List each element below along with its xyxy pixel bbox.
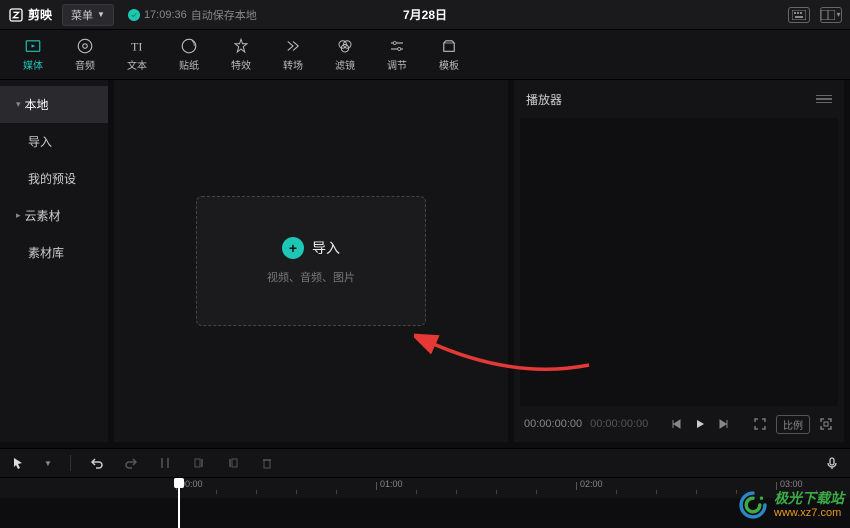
player-title: 播放器	[526, 91, 562, 108]
sidebar-item-local[interactable]: ▾本地	[0, 86, 108, 123]
menu-button[interactable]: 菜单 ▼	[62, 4, 114, 26]
sidebar-item-cloud[interactable]: ▸云素材	[0, 197, 108, 234]
chevron-down-icon: ▼	[97, 10, 105, 19]
adjust-icon	[388, 37, 406, 55]
sticker-icon	[180, 37, 198, 55]
project-title: 7月28日	[403, 6, 447, 23]
playhead[interactable]	[174, 478, 184, 528]
cursor-tool-icon[interactable]	[10, 455, 26, 471]
tab-template[interactable]: 模板	[424, 33, 474, 76]
delete-icon[interactable]	[259, 455, 275, 471]
svg-text:TI: TI	[131, 40, 142, 54]
media-stage: + 导入 视频、音频、图片	[114, 80, 508, 442]
timeline-toolbar: ▼	[0, 448, 850, 478]
watermark: 极光下载站 www.xz7.com	[736, 488, 844, 522]
focus-icon[interactable]	[752, 416, 768, 432]
import-label: 导入	[312, 238, 340, 258]
app-name: 剪映	[28, 6, 52, 23]
caret-down-icon: ▾	[16, 99, 21, 110]
ratio-button[interactable]: 比例	[776, 415, 810, 434]
tab-text[interactable]: TI 文本	[112, 33, 162, 76]
autosave-text: 自动保存本地	[191, 7, 257, 23]
sidebar-item-library[interactable]: 素材库	[0, 234, 108, 271]
player-controls: 00:00:00:00 00:00:00:00 比例	[514, 406, 844, 442]
media-sidebar: ▾本地 导入 我的预设 ▸云素材 素材库	[0, 80, 108, 442]
tab-filter[interactable]: 滤镜	[320, 33, 370, 76]
tab-sticker[interactable]: 贴纸	[164, 33, 214, 76]
filter-icon	[336, 37, 354, 55]
sidebar-item-preset[interactable]: 我的预设	[0, 160, 108, 197]
title-bar: 剪映 菜单 ▼ 17:09:36 自动保存本地 7月28日 ▾	[0, 0, 850, 30]
tool-tabs: 媒体 音频 TI 文本 贴纸 特效 转场 滤镜 调节 模板	[0, 30, 850, 80]
time-current: 00:00:00:00	[524, 418, 582, 430]
keyboard-icon[interactable]	[788, 7, 810, 23]
template-icon	[440, 37, 458, 55]
mic-icon[interactable]	[824, 455, 840, 471]
split-icon[interactable]	[157, 455, 173, 471]
autosave-status: 17:09:36 自动保存本地	[128, 7, 257, 23]
watermark-icon	[736, 488, 770, 522]
plus-icon: +	[282, 237, 304, 259]
play-icon[interactable]	[692, 416, 708, 432]
import-dropzone[interactable]: + 导入 视频、音频、图片	[196, 196, 426, 326]
player-panel: 播放器 00:00:00:00 00:00:00:00 比例	[514, 80, 844, 442]
chevron-down-icon[interactable]: ▼	[44, 459, 52, 468]
tab-audio[interactable]: 音频	[60, 33, 110, 76]
tab-transition[interactable]: 转场	[268, 33, 318, 76]
prev-frame-icon[interactable]	[668, 416, 684, 432]
import-subtext: 视频、音频、图片	[267, 269, 355, 285]
text-icon: TI	[128, 37, 146, 55]
autosave-time: 17:09:36	[144, 9, 187, 21]
player-menu-icon[interactable]	[816, 95, 832, 104]
media-icon	[24, 37, 42, 55]
tab-effect[interactable]: 特效	[216, 33, 266, 76]
audio-icon	[76, 37, 94, 55]
delete-left-icon[interactable]	[191, 455, 207, 471]
delete-right-icon[interactable]	[225, 455, 241, 471]
redo-icon[interactable]	[123, 455, 139, 471]
main-area: ▾本地 导入 我的预设 ▸云素材 素材库 + 导入 视频、音频、图片 播放器 0…	[0, 80, 850, 448]
logo-icon	[8, 7, 24, 23]
player-viewport	[520, 118, 838, 406]
check-icon	[128, 9, 140, 21]
fullscreen-icon[interactable]	[818, 416, 834, 432]
timeline-ruler[interactable]: 00:00 01:00 02:00 03:00	[0, 478, 850, 498]
tab-media[interactable]: 媒体	[8, 33, 58, 76]
sidebar-item-import[interactable]: 导入	[0, 123, 108, 160]
timeline-tracks[interactable]	[0, 498, 850, 526]
caret-right-icon: ▸	[16, 210, 21, 221]
tab-adjust[interactable]: 调节	[372, 33, 422, 76]
effect-icon	[232, 37, 250, 55]
next-frame-icon[interactable]	[716, 416, 732, 432]
app-logo: 剪映	[8, 6, 52, 23]
undo-icon[interactable]	[89, 455, 105, 471]
layout-icon[interactable]: ▾	[820, 7, 842, 23]
transition-icon	[284, 37, 302, 55]
time-total: 00:00:00:00	[590, 418, 648, 430]
